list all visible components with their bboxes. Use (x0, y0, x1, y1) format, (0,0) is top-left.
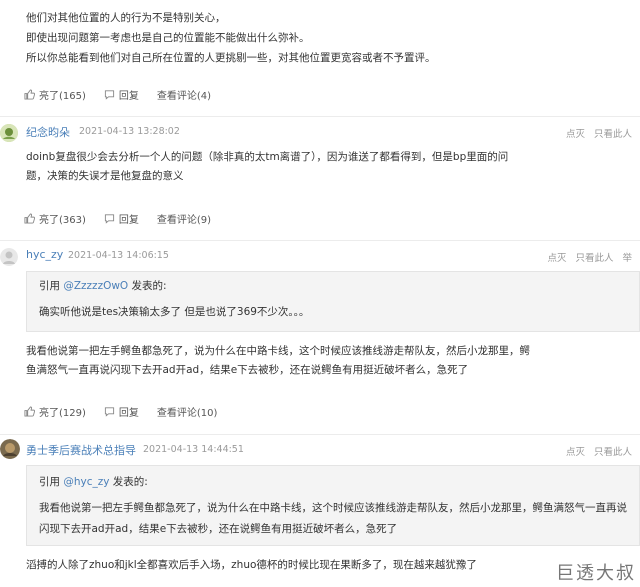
avatar[interactable] (0, 124, 18, 142)
quote-text: 闪现下去开ad开ad，结果e下去被秒，还在说鳄鱼有用挺近破坏者么，急死了 (39, 523, 398, 535)
watermark-text: 巨透大叔 (556, 563, 636, 584)
comment-tools: 点灭 只看此人 (557, 126, 632, 140)
comment-text-line: 即使出现问题第一考虑也是自己的位置能不能做出什么弥补。 (26, 32, 310, 44)
username[interactable]: 勇士季后赛战术总指导 (26, 442, 136, 458)
reply-label: 回复 (118, 215, 139, 226)
comment-text-line: 滔搏的人除了zhuo和jkl全都喜欢后手入场，zhuo德杯的时候比现在果断多了，… (26, 559, 477, 571)
quote-text: 我看他说第一把左手鳄鱼都急死了，说为什么在中路卡线，这个时候应该推线游走帮队友，… (39, 502, 627, 514)
comment-text-line: 鱼满怒气一直再说闪现下去开ad开ad，结果e下去被秒，还在说鳄鱼有用挺近破坏者么… (26, 364, 469, 376)
comment-actions: 亮了(165) 回复 查看评论(4) (24, 87, 229, 102)
quote-suffix: 发表的: (109, 476, 148, 488)
comment-header: 勇士季后赛战术总指导 2021-04-13 14:44:51 点灭 只看此人 (0, 439, 640, 463)
quote-header: 引用 @ZzzzzOwO 发表的: (39, 278, 167, 293)
view-replies-button[interactable]: 查看评论(9) (157, 211, 211, 226)
comment-header: 纪念昀朵 2021-04-13 13:28:02 点灭 只看此人 (0, 121, 640, 145)
avatar[interactable] (0, 439, 20, 459)
avatar-image (0, 248, 18, 266)
view-replies-label: 查看评论(4) (156, 91, 212, 102)
divider (0, 240, 640, 241)
like-count: 亮了(129) (39, 408, 86, 419)
timestamp: 2021-04-13 14:06:15 (68, 250, 169, 261)
quoted-user-link[interactable]: @ZzzzzOwO (63, 280, 128, 292)
reply-button[interactable]: 回复 (104, 87, 139, 102)
comment-actions: 亮了(129) 回复 查看评论(10) (24, 404, 235, 419)
comment-tools: 点灭 只看此人 (557, 444, 632, 458)
quote-prefix: 引用 (39, 476, 64, 488)
timestamp: 2021-04-13 14:44:51 (143, 444, 244, 455)
like-count: 亮了(363) (39, 215, 86, 226)
light-off-button[interactable]: 点灭 (547, 253, 566, 264)
view-replies-label: 查看评论(9) (156, 215, 212, 226)
username[interactable]: 纪念昀朵 (26, 124, 70, 140)
comment-text-line: 我看他说第一把左手鳄鱼都急死了，说为什么在中路卡线，这个时候应该推线游走帮队友，… (26, 345, 530, 357)
report-button[interactable]: 举 (622, 253, 632, 264)
divider (0, 434, 640, 435)
thumbs-up-icon (24, 406, 35, 417)
comment-tools: 点灭 只看此人举 (538, 250, 632, 264)
comment-text-line: doinb复盘很少会去分析一个人的问题（除非真的太tm离谱了），因为谁送了都看得… (26, 151, 509, 163)
thumbs-up-icon (24, 213, 35, 224)
comment-actions: 亮了(363) 回复 查看评论(9) (24, 211, 229, 226)
comment-text-line: 他们对其他位置的人的行为不是特别关心， (26, 12, 226, 24)
avatar-image (0, 124, 18, 142)
quote-prefix: 引用 (39, 280, 64, 292)
quoted-user-link[interactable]: @hyc_zy (63, 476, 109, 488)
reply-label: 回复 (118, 91, 139, 102)
light-off-button[interactable]: 点灭 (566, 129, 585, 140)
reply-button[interactable]: 回复 (104, 404, 139, 419)
like-count: 亮了(165) (39, 91, 86, 102)
only-this-user-button[interactable]: 只看此人 (594, 447, 632, 458)
like-button[interactable]: 亮了(363) (24, 211, 86, 226)
avatar[interactable] (0, 248, 18, 266)
reply-icon (104, 90, 114, 100)
reply-label: 回复 (118, 408, 139, 419)
view-replies-button[interactable]: 查看评论(10) (157, 404, 218, 419)
view-replies-label: 查看评论(10) (156, 408, 218, 419)
reply-icon (104, 407, 114, 417)
comment-text-line: 所以你总能看到他们对自己所在位置的人更挑剔一些，对其他位置更宽容或者不予置评。 (26, 52, 436, 64)
only-this-user-button[interactable]: 只看此人 (575, 253, 613, 264)
reply-icon (104, 214, 114, 224)
quote-suffix: 发表的: (128, 280, 167, 292)
reply-button[interactable]: 回复 (104, 211, 139, 226)
thumbs-up-icon (24, 89, 35, 100)
view-replies-button[interactable]: 查看评论(4) (157, 87, 211, 102)
only-this-user-button[interactable]: 只看此人 (594, 129, 632, 140)
quote-text: 确实听他说是tes决策输太多了 但是也说了369不少次。。。 (39, 306, 310, 318)
light-off-button[interactable]: 点灭 (566, 447, 585, 458)
comment-text-line: 题，决策的失误才是他复盘的意义 (26, 170, 184, 182)
comment-header: hyc_zy 2021-04-13 14:06:15 点灭 只看此人举 (0, 245, 640, 269)
divider (0, 116, 640, 117)
like-button[interactable]: 亮了(129) (24, 404, 86, 419)
quote-block: 引用 @hyc_zy 发表的: 我看他说第一把左手鳄鱼都急死了，说为什么在中路卡… (26, 465, 640, 546)
username[interactable]: hyc_zy (26, 248, 63, 261)
avatar-image (0, 439, 20, 459)
quote-block: 引用 @ZzzzzOwO 发表的: 确实听他说是tes决策输太多了 但是也说了3… (26, 271, 640, 332)
like-button[interactable]: 亮了(165) (24, 87, 86, 102)
timestamp: 2021-04-13 13:28:02 (79, 126, 180, 137)
quote-header: 引用 @hyc_zy 发表的: (39, 474, 148, 489)
